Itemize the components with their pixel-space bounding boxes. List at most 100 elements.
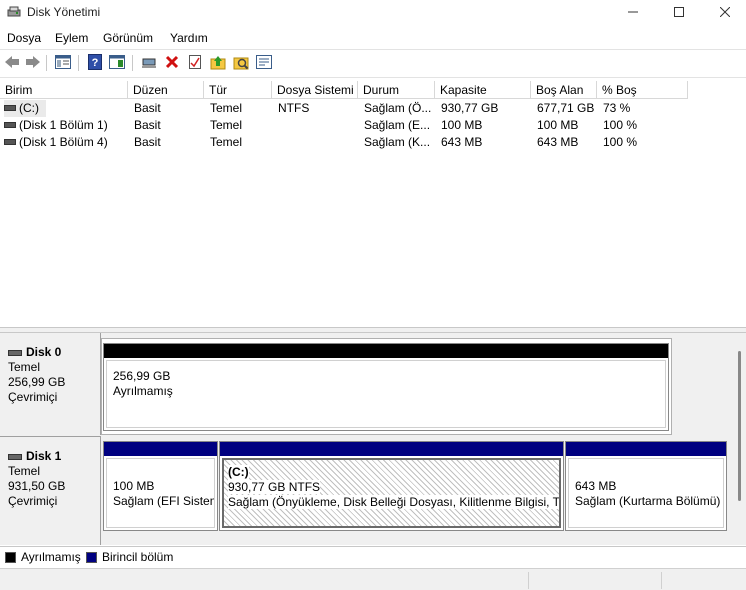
cell-yuzde-bos: 73 % [603,101,631,115]
partition-recovery[interactable]: 643 MB Sağlam (Kurtarma Bölümü) [565,441,727,531]
disk-type: Temel [8,464,41,478]
console-tree-button[interactable] [53,53,73,73]
menu-gorunum[interactable]: Görünüm [103,31,153,45]
disk-management-icon [7,5,21,19]
help-icon: ? [88,53,102,73]
cell-birim: (Disk 1 Bölüm 4) [19,135,108,149]
forward-arrow-icon [25,55,41,72]
partition-size: 643 MB [575,479,617,493]
column-durum[interactable]: Durum [358,81,435,99]
column-duzen[interactable]: Düzen [128,81,204,99]
forward-button[interactable] [23,53,43,73]
disk-name: Disk 0 [26,345,62,359]
partition-bar [220,442,563,456]
maximize-button[interactable] [656,0,702,26]
legend: Ayrılmamış Birincil bölüm [0,546,746,566]
maximize-icon [674,6,684,20]
title-bar: Disk Yönetimi [0,0,746,26]
minimize-button[interactable] [610,0,656,26]
vertical-scrollbar[interactable] [734,351,746,537]
cell-dosya-sistemi: NTFS [278,101,310,115]
menu-yardim[interactable]: Yardım [170,31,208,45]
partition-status: Sağlam (Kurtarma Bölümü) [575,494,721,508]
close-button[interactable] [702,0,746,26]
cell-durum: Sağlam (E... [364,118,431,132]
partition-unallocated[interactable]: 256,99 GB Ayrılmamış [103,343,669,431]
volume-list[interactable]: Birim Düzen Tür Dosya Sistemi Durum Kapa… [0,81,746,327]
partition-size: 256,99 GB [113,369,171,383]
partition-status: Ayrılmamış [113,384,173,398]
partition-bar [104,442,217,456]
column-birim[interactable]: Birim [0,81,128,99]
scrollbar-thumb[interactable] [738,351,741,501]
cell-durum: Sağlam (K... [364,135,431,149]
close-icon [719,6,731,20]
rescan-icon [233,54,249,73]
cell-tur: Temel [210,101,243,115]
status-separator [528,572,529,589]
settings-icon [256,54,272,72]
settings-button[interactable] [254,53,274,73]
rescan-button[interactable] [231,53,251,73]
column-dosya-sistemi[interactable]: Dosya Sistemi [272,81,358,99]
connect-button[interactable] [139,53,159,73]
cell-birim: (Disk 1 Bölüm 1) [19,118,108,132]
back-button[interactable] [2,53,22,73]
partition-c[interactable]: (C:) 930,77 GB NTFS Sağlam (Önyükleme, D… [219,441,564,531]
cell-bos-alan: 643 MB [537,135,579,149]
cell-tur: Temel [210,118,243,132]
toolbar-separator [78,55,79,71]
cell-bos-alan: 677,71 GB [537,101,595,115]
cell-duzen: Basit [134,118,161,132]
cell-yuzde-bos: 100 % [603,135,638,149]
status-separator [661,572,662,589]
disk-status: Çevrimiçi [8,390,58,404]
cell-kapasite: 930,77 GB [441,101,499,115]
show-action-pane-icon [109,54,125,72]
cell-yuzde-bos: 100 % [603,118,638,132]
table-row[interactable]: (C:) Basit Temel NTFS Sağlam (Ö... 930,7… [0,100,746,117]
disk-1-label[interactable]: Disk 1 Temel 931,50 GB Çevrimiçi [0,436,101,545]
menu-dosya[interactable]: Dosya [7,31,41,45]
partition-efi[interactable]: 100 MB Sağlam (EFI Sistem [103,441,218,531]
disk-0-label[interactable]: Disk 0 Temel 256,99 GB Çevrimiçi [0,333,101,435]
partition-status: Sağlam (EFI Sistem [113,494,215,508]
show-action-pane-button[interactable] [107,53,127,73]
help-button[interactable]: ? [85,53,105,73]
partition-status: Sağlam (Önyükleme, Disk Belleği Dosyası,… [228,495,559,509]
console-tree-icon [55,54,71,72]
connect-icon [141,55,157,72]
disk-size: 256,99 GB [8,375,66,389]
svg-text:?: ? [92,57,99,69]
column-yuzde-bos[interactable]: % Boş [597,81,688,99]
legend-label: Birincil bölüm [102,550,174,564]
column-kapasite[interactable]: Kapasite [435,81,531,99]
up-folder-icon [210,54,226,73]
graphical-disk-view: Disk 0 Temel 256,99 GB Çevrimiçi 256,99 … [0,333,746,545]
properties-button[interactable] [185,53,205,73]
table-row[interactable]: (Disk 1 Bölüm 4) Basit Temel Sağlam (K..… [0,134,746,151]
menu-eylem[interactable]: Eylem [55,31,88,45]
toolbar-separator [132,55,133,71]
back-arrow-icon [4,55,20,72]
up-folder-button[interactable] [208,53,228,73]
column-bos-alan[interactable]: Boş Alan [531,81,597,99]
minimize-icon [628,6,638,20]
legend-swatch [86,551,97,563]
legend-label: Ayrılmamış [21,550,81,564]
column-tur[interactable]: Tür [204,81,272,99]
table-row[interactable]: (Disk 1 Bölüm 1) Basit Temel Sağlam (E..… [0,117,746,134]
volume-icon [4,138,16,145]
cell-tur: Temel [210,135,243,149]
toolbar-separator [46,55,47,71]
partition-bar [104,344,668,358]
properties-icon [188,54,202,73]
cell-kapasite: 100 MB [441,118,483,132]
status-bar [0,568,746,590]
toolbar-divider [0,77,746,78]
menu-divider [0,49,746,50]
disk-icon [8,349,22,356]
cell-duzen: Basit [134,101,161,115]
disk-status: Çevrimiçi [8,494,58,508]
delete-button[interactable] [162,53,182,73]
